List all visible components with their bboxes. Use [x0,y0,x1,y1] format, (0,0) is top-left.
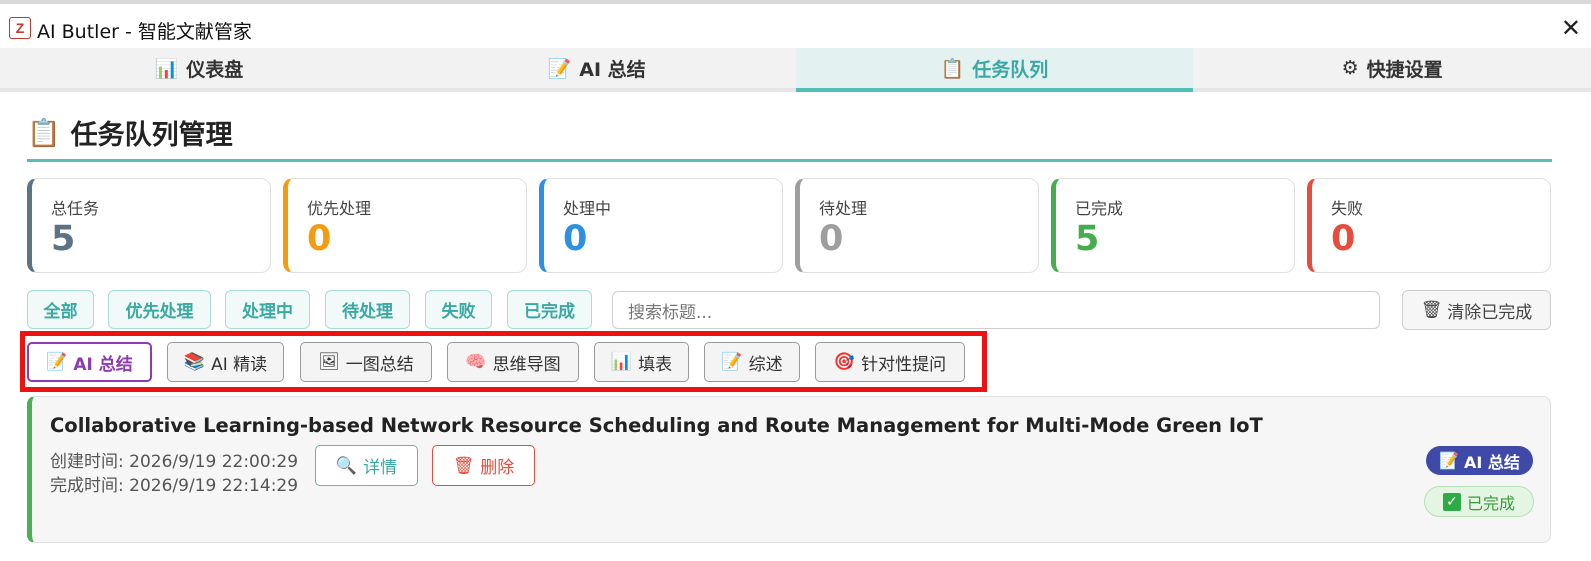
type-filter-label: AI 总结 [73,354,133,375]
page-title: 📋 任务队列管理 [27,113,233,152]
stat-value: 0 [1331,219,1356,259]
clear-completed-label: 清除已完成 [1447,302,1533,323]
main-tabs: 📊 仪表盘 📝 AI 总结 📋 任务队列 ⚙ 快捷设置 [0,48,1591,92]
filter-failed-button[interactable]: 失败 [425,290,492,329]
close-window-button[interactable]: ✕ [1561,16,1581,40]
page-title-text: 任务队列管理 [70,120,233,151]
task-delete-button[interactable]: 🗑 删除 [432,445,535,486]
stat-value: 0 [307,219,332,259]
check-mark-icon: ✓ [1442,492,1461,511]
memo-icon: 📝 [46,352,68,372]
stat-card-processing: 处理中 0 [539,178,783,273]
type-filter-one-image-summary[interactable]: 🖼 一图总结 [300,342,432,382]
books-icon: 📚 [183,352,206,372]
target-icon: 🎯 [833,352,856,372]
type-badge-label: AI 总结 [1464,452,1520,472]
stat-value: 5 [51,219,76,259]
type-filter-label: 思维导图 [492,354,561,375]
type-filter-label: 综述 [748,354,783,375]
filter-pending-button[interactable]: 待处理 [325,290,410,329]
task-title: Collaborative Learning-based Network Res… [50,414,1263,437]
memo-icon: 📝 [721,352,743,372]
stat-label: 优先处理 [307,199,372,218]
type-filter-ai-close-reading[interactable]: 📚 AI 精读 [167,342,284,382]
tab-label: 仪表盘 [186,58,244,81]
stat-card-pending: 待处理 0 [795,178,1039,273]
memo-icon: 📝 [1439,451,1459,470]
window-title: AI Butler - 智能文献管家 [37,21,252,43]
bar-chart-icon: 📊 [610,352,633,372]
status-badge-label: 已完成 [1466,493,1515,513]
type-filter-review[interactable]: 📝 综述 [704,342,800,382]
clipboard-icon: 📋 [27,117,61,149]
stat-card-total: 总任务 5 [27,178,271,273]
memo-icon: 📝 [547,57,572,80]
tab-label: AI 总结 [579,58,646,81]
type-filter-label: 针对性提问 [861,354,947,375]
stat-label: 待处理 [819,199,868,218]
clear-completed-button[interactable]: 🗑 清除已完成 [1402,290,1551,330]
type-filter-ai-summary[interactable]: 📝 AI 总结 [27,342,152,382]
gear-icon: ⚙ [1341,57,1359,79]
search-input[interactable]: 搜索标题... [612,291,1380,329]
magnifier-icon: 🔍 [335,455,358,476]
stat-card-failed: 失败 0 [1307,178,1551,273]
stat-label: 已完成 [1075,199,1124,218]
type-filter-label: 一图总结 [345,354,414,375]
title-divider [27,159,1552,162]
tab-label: 快捷设置 [1366,58,1443,81]
stat-label: 总任务 [51,199,100,218]
brain-icon: 🧠 [465,352,487,372]
stat-value: 0 [563,219,588,259]
bar-chart-icon: 📊 [154,57,179,80]
app-logo-icon: Z [9,17,31,39]
title-bar: Z AI Butler - 智能文献管家 ✕ [0,0,1591,46]
tab-quick-settings[interactable]: ⚙ 快捷设置 [1193,48,1591,88]
tab-dashboard[interactable]: 📊 仪表盘 [0,48,398,88]
task-type-badge: 📝 AI 总结 [1426,446,1533,475]
stat-label: 处理中 [563,199,612,218]
type-filter-mind-map[interactable]: 🧠 思维导图 [447,342,579,382]
tab-ai-summary[interactable]: 📝 AI 总结 [398,48,796,88]
detail-label: 详情 [363,458,398,478]
tab-label: 任务队列 [972,58,1049,81]
clipboard-icon: 📋 [940,57,965,80]
delete-label: 删除 [480,458,515,478]
trash-icon: 🗑 [1420,300,1443,320]
trash-icon: 🗑 [452,455,475,476]
picture-icon: 🖼 [318,352,340,372]
filter-completed-button[interactable]: 已完成 [507,290,592,329]
type-filter-label: 填表 [638,354,673,375]
stat-card-completed: 已完成 5 [1051,178,1295,273]
task-completed-time: 完成时间: 2026/9/19 22:14:29 [50,476,299,496]
stat-value: 0 [819,219,844,259]
type-filter-label: AI 精读 [211,354,268,375]
tab-task-queue[interactable]: 📋 任务队列 [795,48,1194,92]
type-filter-fill-table[interactable]: 📊 填表 [594,342,689,382]
task-created-time: 创建时间: 2026/9/19 22:00:29 [50,452,299,472]
stat-value: 5 [1075,219,1100,259]
task-detail-button[interactable]: 🔍 详情 [315,445,418,486]
stat-label: 失败 [1331,199,1364,218]
filter-all-button[interactable]: 全部 [27,290,94,329]
filter-priority-button[interactable]: 优先处理 [108,290,211,329]
stat-card-priority: 优先处理 0 [283,178,527,273]
filter-processing-button[interactable]: 处理中 [225,290,310,329]
task-status-badge: ✓ 已完成 [1424,486,1534,517]
type-filter-targeted-questions[interactable]: 🎯 针对性提问 [815,342,965,382]
